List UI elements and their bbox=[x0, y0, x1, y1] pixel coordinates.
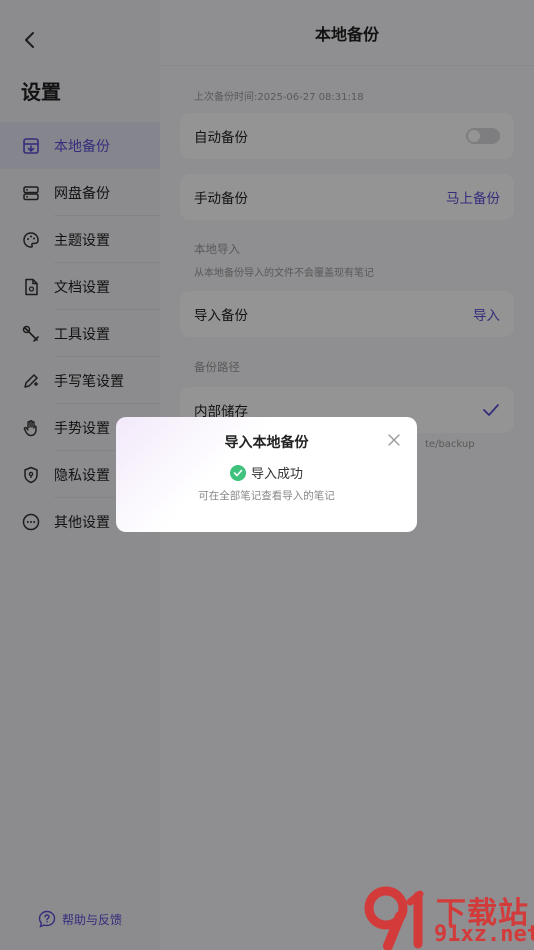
import-status: 导入成功 bbox=[116, 463, 417, 482]
watermark: 下载站 91xz.net bbox=[362, 886, 534, 950]
import-status-label: 导入成功 bbox=[250, 467, 303, 482]
close-icon[interactable] bbox=[387, 433, 401, 447]
watermark-bottom-text: 91xz.net bbox=[434, 922, 534, 947]
dialog-note: 可在全部笔记查看导入的笔记 bbox=[198, 490, 335, 502]
success-check-icon bbox=[229, 464, 246, 481]
import-dialog: 导入本地备份 导入成功 可在全部笔记查看导入的笔记 bbox=[116, 417, 417, 532]
dialog-title: 导入本地备份 bbox=[224, 435, 309, 451]
watermark-logo-icon bbox=[364, 886, 424, 950]
